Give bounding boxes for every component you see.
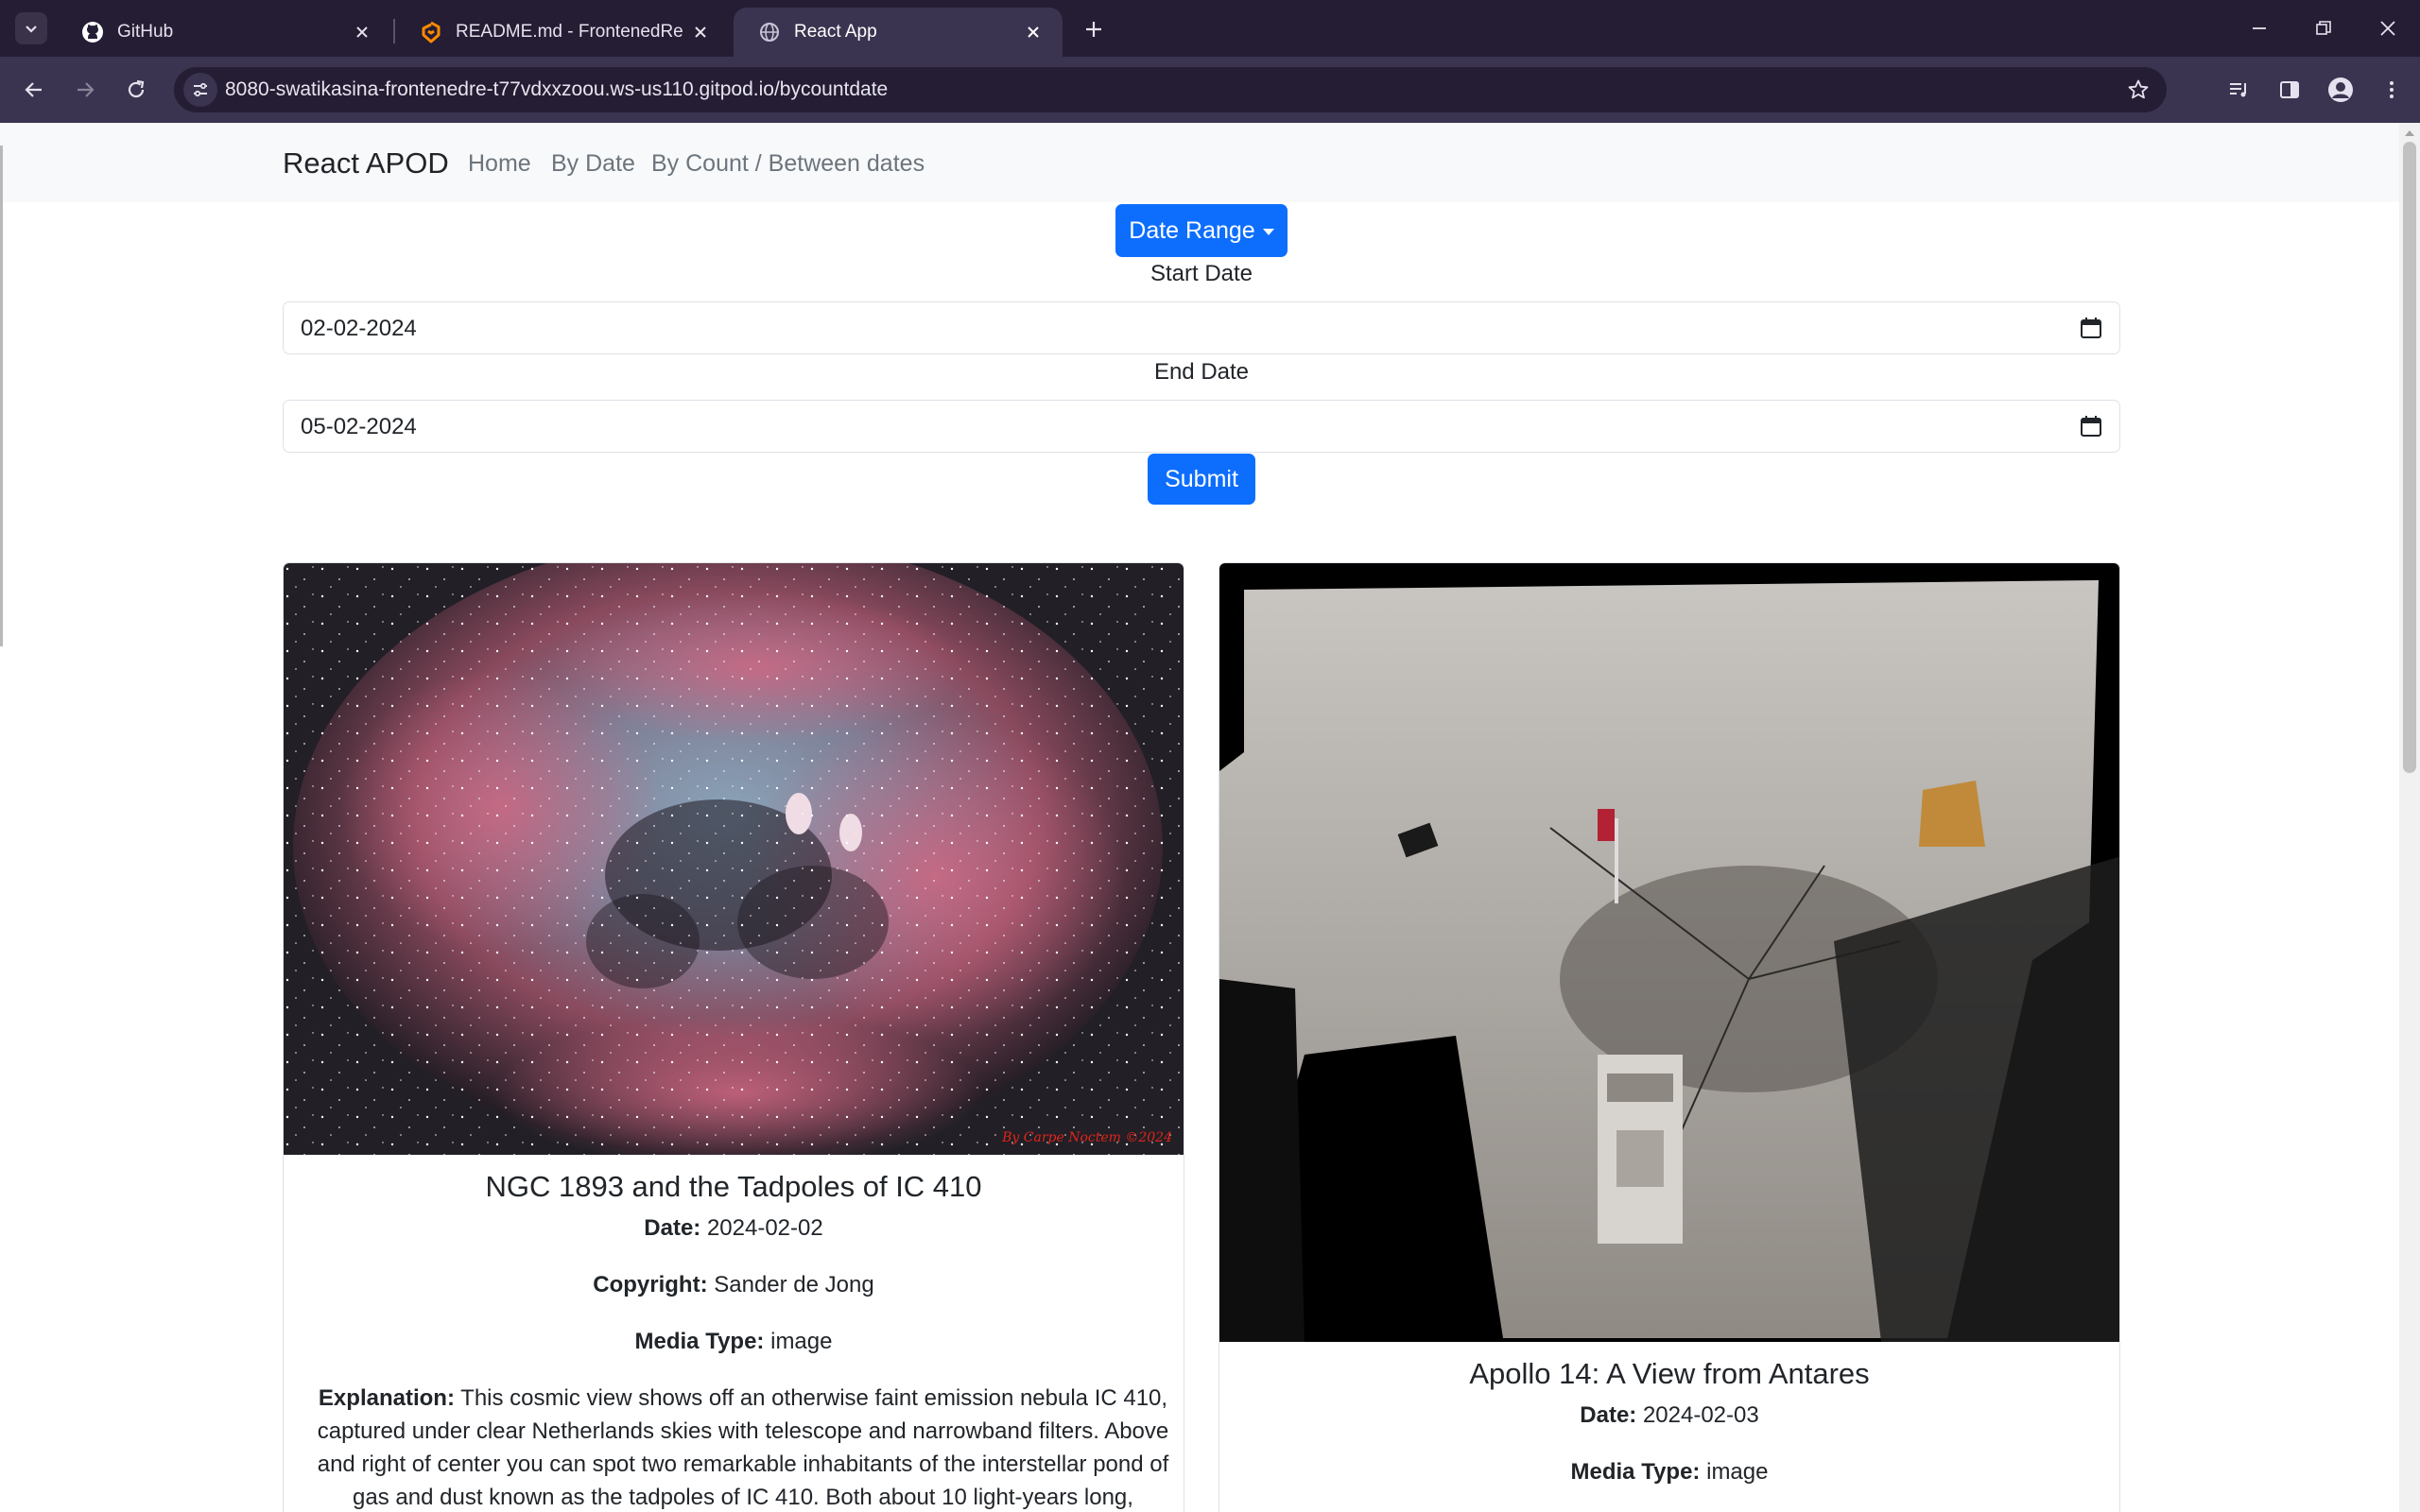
scroll-up-arrow-icon[interactable] <box>2405 130 2414 136</box>
reload-icon <box>128 79 145 98</box>
apod-card: By Carpe Noctem ©2024 NGC 1893 and the T… <box>283 562 1184 1512</box>
app-navbar: React APOD Home By Date By Count / Betwe… <box>0 123 2399 202</box>
browser-tab-strip: GitHub README.md - FrontenedReactA React… <box>0 0 2420 57</box>
field-label: Media Type: <box>634 1329 765 1354</box>
reload-button[interactable] <box>117 71 155 109</box>
field-value: 2024-02-02 <box>706 1215 823 1241</box>
date-range-label: Date Range <box>1129 216 1255 244</box>
page-edge-indicator <box>0 146 3 646</box>
forward-button[interactable] <box>66 71 104 109</box>
end-date-label: End Date <box>1153 359 1250 385</box>
start-date-label: Start Date <box>1150 261 1253 286</box>
side-panel-icon[interactable] <box>2271 71 2308 109</box>
tab-title: GitHub <box>117 22 174 42</box>
field-label: Explanation: <box>318 1385 455 1411</box>
new-tab-button[interactable] <box>1078 13 1110 45</box>
card-media-type: Media Type: image <box>1219 1459 2119 1486</box>
close-icon <box>2380 21 2395 36</box>
url-text: 8080-swatikasina-frontenedre-t77vdxxzoou… <box>225 78 889 100</box>
forward-arrow-icon <box>78 82 95 97</box>
close-window-button[interactable] <box>2360 9 2416 47</box>
more-menu-icon[interactable] <box>2373 71 2411 109</box>
profile-avatar-icon[interactable] <box>2322 71 2360 109</box>
apod-card: Apollo 14: A View from Antares Date: 202… <box>1219 562 2120 1512</box>
globe-icon <box>758 21 781 43</box>
bookmark-star-icon[interactable] <box>2123 75 2153 105</box>
page-scrollbar[interactable] <box>2399 123 2420 1512</box>
field-label: Copyright: <box>593 1272 708 1297</box>
restore-button[interactable] <box>2295 9 2352 47</box>
gitpod-icon <box>420 21 442 43</box>
field-label: Date: <box>1580 1402 1637 1428</box>
nav-link-by-count[interactable]: By Count / Between dates <box>651 123 925 204</box>
card-date: Date: 2024-02-03 <box>1219 1402 2119 1429</box>
media-controls-icon[interactable] <box>2220 71 2257 109</box>
tab-title: README.md - FrontenedReactA <box>456 22 683 42</box>
restore-icon <box>2316 21 2331 35</box>
card-title: NGC 1893 and the Tadpoles of IC 410 <box>485 1170 982 1203</box>
field-value: Sander de Jong <box>714 1272 874 1297</box>
chevron-down-icon <box>26 26 37 33</box>
tab-github[interactable]: GitHub <box>57 8 391 57</box>
end-date-input[interactable]: 05-02-2024 <box>283 400 2120 453</box>
github-icon <box>81 21 104 43</box>
plus-icon <box>1086 22 1101 37</box>
back-button[interactable] <box>15 71 53 109</box>
tab-search-button[interactable] <box>15 12 47 44</box>
card-copyright: Copyright: Sander de Jong <box>284 1272 1184 1298</box>
minimize-button[interactable] <box>2231 9 2288 47</box>
caret-down-icon <box>1262 228 1274 235</box>
start-date-value: 02-02-2024 <box>301 316 417 341</box>
card-explanation: Explanation: This cosmic view shows off … <box>304 1382 1182 1512</box>
calendar-icon[interactable] <box>2080 317 2102 339</box>
tab-react-app[interactable]: React App <box>734 8 1063 57</box>
navbar-brand[interactable]: React APOD <box>283 123 449 204</box>
close-icon[interactable] <box>690 22 711 43</box>
field-value: 2024-02-03 <box>1642 1402 1759 1428</box>
back-arrow-icon <box>25 82 42 97</box>
card-title: Apollo 14: A View from Antares <box>1469 1357 1870 1390</box>
close-icon[interactable] <box>352 22 372 43</box>
submit-button[interactable]: Submit <box>1148 454 1255 505</box>
lunar-surface-image <box>1219 563 2119 1342</box>
image-watermark: By Carpe Noctem ©2024 <box>1001 1130 1172 1145</box>
page-viewport: React APOD Home By Date By Count / Betwe… <box>0 123 2399 1512</box>
end-date-value: 05-02-2024 <box>301 414 417 439</box>
date-range-dropdown[interactable]: Date Range <box>1115 204 1288 257</box>
tab-readme[interactable]: README.md - FrontenedReactA <box>395 8 730 57</box>
lunar-equipment <box>1598 1055 1683 1244</box>
address-bar[interactable]: 8080-swatikasina-frontenedre-t77vdxxzoou… <box>174 67 2167 112</box>
card-date: Date: 2024-02-02 <box>284 1215 1184 1242</box>
field-label: Date: <box>644 1215 701 1241</box>
minimize-icon <box>2253 27 2266 29</box>
calendar-icon[interactable] <box>2080 415 2102 438</box>
close-icon[interactable] <box>1023 22 1044 43</box>
field-value: image <box>1706 1459 1769 1485</box>
field-value: image <box>770 1329 833 1354</box>
start-date-input[interactable]: 02-02-2024 <box>283 301 2120 354</box>
site-info-icon[interactable] <box>183 73 217 107</box>
tab-title: React App <box>794 22 877 42</box>
nav-link-by-date[interactable]: By Date <box>551 123 635 204</box>
card-media-type: Media Type: image <box>284 1329 1184 1355</box>
nav-link-home[interactable]: Home <box>468 123 531 204</box>
browser-toolbar: 8080-swatikasina-frontenedre-t77vdxxzoou… <box>0 57 2420 123</box>
nebula-image: By Carpe Noctem ©2024 <box>284 563 1184 1155</box>
field-label: Media Type: <box>1570 1459 1701 1485</box>
scrollbar-thumb[interactable] <box>2403 142 2416 773</box>
